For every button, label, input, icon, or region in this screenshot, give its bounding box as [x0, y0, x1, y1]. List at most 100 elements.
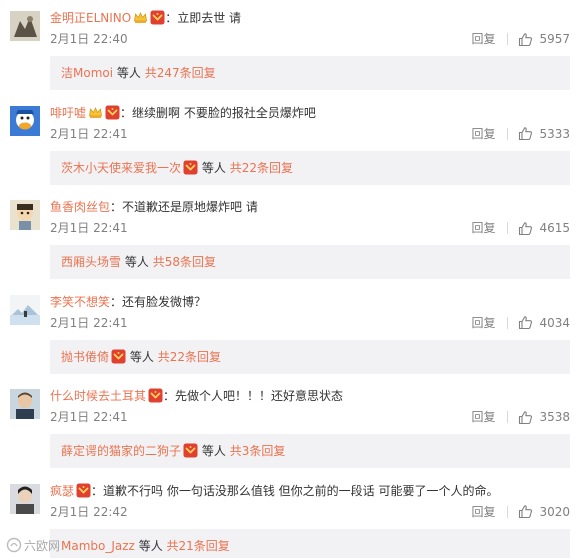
- watermark-text: 六欧网: [24, 538, 61, 553]
- avatar[interactable]: [10, 389, 40, 419]
- comment-separator: ：: [165, 11, 178, 25]
- like-button[interactable]: 5333: [518, 126, 570, 142]
- watermark: 六欧网: [6, 536, 60, 554]
- comment-text: 道歉不行吗 你一句话没那么值钱 但你之前的一段话 可能要了一个人的命。: [103, 483, 499, 498]
- sub-replies-box[interactable]: Mambo_Jazz 等人 共21条回复: [50, 528, 570, 558]
- comment-line: 李笑不想笑：还有脸发微博？: [50, 293, 574, 311]
- sub-reply-username[interactable]: 薛定谔的猫家的二狗子: [61, 444, 181, 458]
- reply-button[interactable]: 回复: [471, 504, 495, 520]
- action-divider: [507, 411, 509, 423]
- avatar[interactable]: [10, 200, 40, 230]
- sub-reply-etc-label: 等人: [116, 66, 141, 80]
- comment-item: 李笑不想笑：还有脸发微博？ 2月1日 22:41 回复 4034 抛书倦倚 等人 共22…: [0, 284, 584, 378]
- comment-username[interactable]: 金明正ELNINO: [50, 11, 131, 25]
- like-count: 4034: [539, 315, 570, 330]
- sub-replies-box[interactable]: 抛书倦倚 等人 共22条回复: [50, 339, 570, 374]
- comment-username[interactable]: 鱼香肉丝包: [50, 200, 110, 214]
- comment-username[interactable]: 什么时候去土耳其: [50, 389, 146, 403]
- comment-time: 2月1日 22:41: [50, 221, 128, 235]
- sub-reply-etc-label: 等人: [124, 255, 149, 269]
- sub-reply-etc-label: 等人: [201, 160, 226, 175]
- like-button[interactable]: 3538: [518, 409, 570, 425]
- member-badge-icon: [183, 443, 198, 458]
- comment-item: 金明正ELNINO ：立即去世 请 2月1日 22:40 回复 5957 洁Momoi 等…: [0, 0, 584, 94]
- comment-separator: ：: [163, 389, 176, 403]
- reply-button[interactable]: 回复: [471, 31, 495, 47]
- sub-reply-username[interactable]: 茨木小天使来爱我一次: [61, 161, 181, 175]
- sub-reply-etc: 等人: [113, 66, 145, 80]
- like-button[interactable]: 5957: [518, 31, 570, 47]
- like-button[interactable]: 3020: [518, 504, 570, 520]
- comment-item: 疯瑟 ：道歉不行吗 你一句话没那么值钱 但你之前的一段话 可能要了一个人的命。 2月…: [0, 473, 584, 558]
- sub-reply-etc-label: 等人: [129, 349, 154, 364]
- sub-reply-total-link[interactable]: 共247条回复: [145, 66, 216, 80]
- member-badge-icon: [183, 160, 198, 175]
- sub-reply-etc: 等人: [135, 539, 167, 553]
- thumbs-up-icon: [518, 126, 539, 141]
- comment-item: 啡吁嘘 ：继续删啊 不要脸的报社全员爆炸吧 2月1日 22:41 回复 5333 茨木小天…: [0, 95, 584, 189]
- comment-item: 鱼香肉丝包：不道歉还是原地爆炸吧 请 2月1日 22:41 回复 4615 西厢头场雪 …: [0, 189, 584, 283]
- comment-text: 立即去世 请: [177, 11, 242, 25]
- reply-button[interactable]: 回复: [471, 315, 495, 331]
- comment-line: 啡吁嘘 ：继续删啊 不要脸的报社全员爆炸吧: [50, 104, 574, 122]
- thumbs-up-icon: [518, 504, 539, 519]
- sub-reply-total-link[interactable]: 共21条回复: [167, 539, 230, 553]
- sub-replies-box[interactable]: 西厢头场雪 等人 共58条回复: [50, 245, 570, 279]
- avatar[interactable]: [10, 294, 40, 325]
- comment-username[interactable]: 李笑不想笑: [50, 295, 110, 309]
- comment-time: 2月1日 22:41: [50, 126, 128, 141]
- action-divider: [507, 33, 509, 45]
- like-count: 3538: [539, 410, 570, 424]
- sub-replies-box[interactable]: 茨木小天使来爱我一次 等人 共22条回复: [50, 150, 570, 185]
- thumbs-up-icon: [518, 315, 539, 330]
- sub-reply-username[interactable]: 洁Momoi: [61, 66, 113, 80]
- reply-button[interactable]: 回复: [471, 409, 495, 425]
- sub-replies-box[interactable]: 薛定谔的猫家的二狗子 等人 共3条回复: [50, 434, 570, 468]
- comment-separator: ：: [120, 105, 133, 120]
- comment-time: 2月1日 22:41: [50, 315, 128, 330]
- sub-reply-etc: 等人: [121, 255, 153, 269]
- sub-reply-etc-label: 等人: [201, 444, 226, 458]
- avatar[interactable]: [10, 483, 40, 514]
- comment-line: 金明正ELNINO ：立即去世 请: [50, 9, 574, 27]
- comment-text: 先做个人吧！！！还好意思状态: [175, 389, 344, 403]
- sub-reply-etc-label: 等人: [138, 538, 163, 553]
- comment-text: 继续删啊 不要脸的报社全员爆炸吧: [132, 105, 316, 120]
- comment-time: 2月1日 22:41: [50, 410, 128, 424]
- sub-reply-username[interactable]: Mambo_Jazz: [61, 539, 135, 553]
- member-badge-icon: [148, 388, 163, 403]
- sub-reply-total-link[interactable]: 共22条回复: [158, 350, 221, 364]
- avatar[interactable]: [10, 11, 40, 41]
- member-badge-icon: [150, 10, 165, 25]
- like-button[interactable]: 4034: [518, 315, 570, 331]
- comment-text: 还有脸发微博？: [122, 294, 207, 309]
- sub-reply-total-link[interactable]: 共3条回复: [230, 444, 286, 458]
- reply-button[interactable]: 回复: [471, 126, 495, 142]
- like-button[interactable]: 4615: [518, 220, 570, 236]
- comment-actions: 回复 3020: [471, 504, 570, 520]
- comment-username[interactable]: 疯瑟: [50, 484, 74, 498]
- like-count: 5957: [539, 32, 570, 46]
- sub-reply-etc: 等人: [126, 350, 158, 364]
- sub-reply-total-link[interactable]: 共58条回复: [153, 255, 216, 269]
- comment-separator: ：: [110, 294, 123, 309]
- sub-replies-box[interactable]: 洁Momoi 等人 共247条回复: [50, 56, 570, 90]
- action-divider: [507, 127, 509, 140]
- comment-time: 2月1日 22:42: [50, 504, 128, 519]
- comment-username[interactable]: 啡吁嘘: [50, 106, 86, 120]
- sub-reply-total-link[interactable]: 共22条回复: [230, 161, 293, 175]
- action-divider: [507, 316, 509, 329]
- comment-item: 什么时候去土耳其 ：先做个人吧！！！还好意思状态 2月1日 22:41 回复 3538 薛…: [0, 378, 584, 472]
- member-badge-icon: [111, 349, 126, 364]
- avatar[interactable]: [10, 105, 40, 136]
- vip-crown-icon: [133, 10, 148, 25]
- comment-time: 2月1日 22:40: [50, 32, 128, 46]
- reply-button[interactable]: 回复: [471, 220, 495, 236]
- thumbs-up-icon: [518, 410, 539, 425]
- sub-reply-etc: 等人: [198, 444, 230, 458]
- member-badge-icon: [76, 483, 91, 498]
- sub-reply-username[interactable]: 西厢头场雪: [61, 255, 121, 269]
- sub-reply-username[interactable]: 抛书倦倚: [61, 350, 109, 364]
- comment-separator: ：: [110, 200, 123, 214]
- thumbs-up-icon: [518, 221, 539, 236]
